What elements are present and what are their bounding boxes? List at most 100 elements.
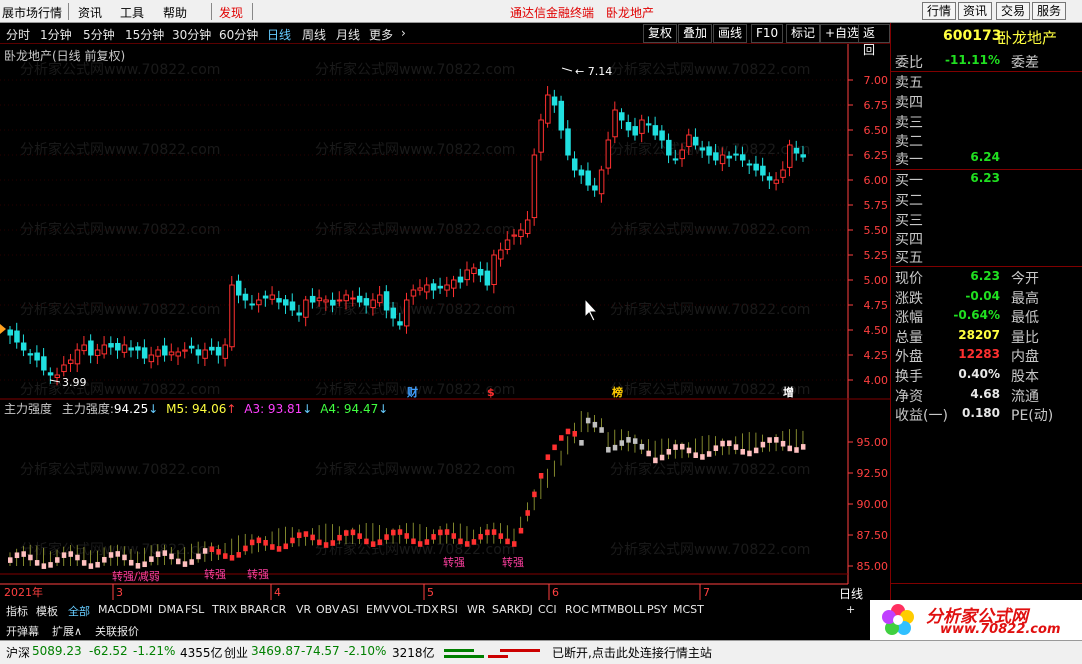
tab-fsl[interactable]: FSL <box>185 603 204 616</box>
date-label: 3 <box>116 586 123 599</box>
candle-body <box>538 119 544 153</box>
add-tab-icon[interactable]: + <box>846 603 855 616</box>
tf-monthly[interactable]: 月线 <box>336 26 360 43</box>
candle-body <box>61 364 67 373</box>
candle-body <box>276 298 282 303</box>
tab-sar[interactable]: SAR <box>492 603 514 616</box>
tf-1min[interactable]: 1分钟 <box>40 26 72 43</box>
tab-boll[interactable]: BOLL <box>617 603 645 616</box>
indicator-bar <box>122 554 127 561</box>
tab-cci[interactable]: CCI <box>538 603 557 616</box>
adjust-button[interactable]: 复权 <box>643 24 678 43</box>
chevron-right-icon[interactable]: › <box>401 26 406 40</box>
tab-kdj[interactable]: KDJ <box>514 603 533 616</box>
watermark: 分析家公式网www.70822.com <box>610 461 810 478</box>
chart-area[interactable]: 卧龙地产(日线 前复权) 分析家公式网www.70822.com 分析家公式网ww… <box>0 44 890 602</box>
indicator-bar <box>223 553 228 559</box>
tf-daily[interactable]: 日线 <box>267 26 291 43</box>
candle-body <box>780 169 786 178</box>
service-button[interactable]: 服务 <box>1032 2 1067 20</box>
tab-psy[interactable]: PSY <box>647 603 667 616</box>
danmu-button[interactable]: 开弹幕 <box>6 623 39 639</box>
indicator-a3: A3: 93.81 <box>244 402 303 416</box>
candle-body <box>477 268 484 276</box>
tab-mcst[interactable]: MCST <box>673 603 704 616</box>
tab-全部[interactable]: 全部 <box>68 603 90 619</box>
candle-body <box>343 294 349 302</box>
related-quote-button[interactable]: 关联报价 <box>95 623 139 639</box>
menu-tools[interactable]: 工具 <box>120 4 144 21</box>
tf-15min[interactable]: 15分钟 <box>125 26 164 43</box>
menu-market[interactable]: 展市场行情 <box>2 4 62 21</box>
tab-macd[interactable]: MACD <box>98 603 131 616</box>
cy-label: 创业 <box>224 646 249 660</box>
expand-button[interactable]: 扩展∧ <box>52 623 82 639</box>
connection-status[interactable]: 已断开,点击此处连接行情主站 <box>552 644 712 661</box>
tab-asi[interactable]: ASI <box>341 603 359 616</box>
mark-button[interactable]: 标记 <box>786 24 821 43</box>
tab-roc[interactable]: ROC <box>565 603 589 616</box>
f10-button[interactable]: F10 <box>751 24 784 43</box>
mouse-cursor-icon <box>584 297 599 322</box>
bid3-label: 买三 <box>895 213 923 229</box>
tf-60min[interactable]: 60分钟 <box>219 26 258 43</box>
breadth-icon <box>444 649 540 658</box>
tab-cr[interactable]: CR <box>271 603 286 616</box>
indicator-bar <box>48 562 53 568</box>
quote-label: 换手 <box>895 369 923 385</box>
trade-button[interactable]: 交易 <box>996 2 1031 20</box>
candle-body <box>491 254 497 286</box>
candle-body <box>350 297 356 300</box>
indicator-bar <box>149 556 154 562</box>
quote-label-right: 今开 <box>1011 271 1039 287</box>
candle-body <box>135 346 141 351</box>
tf-5min[interactable]: 5分钟 <box>83 26 115 43</box>
overlay-button[interactable]: 叠加 <box>678 24 713 43</box>
candle-body <box>202 349 208 359</box>
quote-row: 现价 6.23 今开 <box>895 268 1080 287</box>
tf-30min[interactable]: 30分钟 <box>172 26 211 43</box>
left-edge-icon <box>0 324 6 334</box>
indicator-bar <box>397 529 403 535</box>
menu-news[interactable]: 资讯 <box>78 4 102 21</box>
indicator-bar <box>599 427 604 433</box>
tab-指标[interactable]: 指标 <box>6 603 28 619</box>
indicator-bar <box>61 552 67 558</box>
indicator-bar <box>512 541 517 547</box>
indicator-bar <box>102 556 107 563</box>
tab-brar[interactable]: BRAR <box>240 603 270 616</box>
candle-body <box>417 287 423 291</box>
price-label: 5.25 <box>864 249 889 262</box>
indicator-bar <box>693 452 698 458</box>
indicator-bar <box>626 437 631 443</box>
tab-trix[interactable]: TRIX <box>212 603 237 616</box>
tab-vol-tdx[interactable]: VOL-TDX <box>391 603 439 616</box>
tab-obv[interactable]: OBV <box>316 603 339 616</box>
quote-button[interactable]: 行情 <box>922 2 957 20</box>
tab-emv[interactable]: EMV <box>366 603 390 616</box>
candle-body <box>632 126 638 136</box>
tab-vr[interactable]: VR <box>296 603 311 616</box>
info-button[interactable]: 资讯 <box>958 2 993 20</box>
indicator-bar <box>485 529 490 536</box>
tf-intraday[interactable]: 分时 <box>6 26 30 43</box>
tab-wr[interactable]: WR <box>467 603 486 616</box>
tab-dmi[interactable]: DMI <box>131 603 152 616</box>
candle-body <box>511 234 517 237</box>
tf-weekly[interactable]: 周线 <box>302 26 326 43</box>
tab-rsi[interactable]: RSI <box>440 603 458 616</box>
draw-button[interactable]: 画线 <box>713 24 748 43</box>
tf-more[interactable]: 更多 <box>369 26 393 43</box>
menu-discover[interactable]: 发现 <box>219 4 243 21</box>
tab-dma[interactable]: DMA <box>158 603 184 616</box>
tab-模板[interactable]: 模板 <box>36 603 58 619</box>
candle-body <box>672 158 679 161</box>
weibi-label: 委比 <box>895 55 923 71</box>
tab-mtm[interactable]: MTM <box>591 603 617 616</box>
menu-help[interactable]: 帮助 <box>163 4 187 21</box>
candle-body <box>578 169 585 176</box>
candle-body <box>571 158 578 171</box>
kline-chart[interactable]: 分析家公式网www.70822.com 分析家公式网www.70822.com 分析… <box>0 44 890 602</box>
back-button[interactable]: 返回 <box>858 24 890 57</box>
quote-label-right: 量比 <box>1011 329 1039 346</box>
